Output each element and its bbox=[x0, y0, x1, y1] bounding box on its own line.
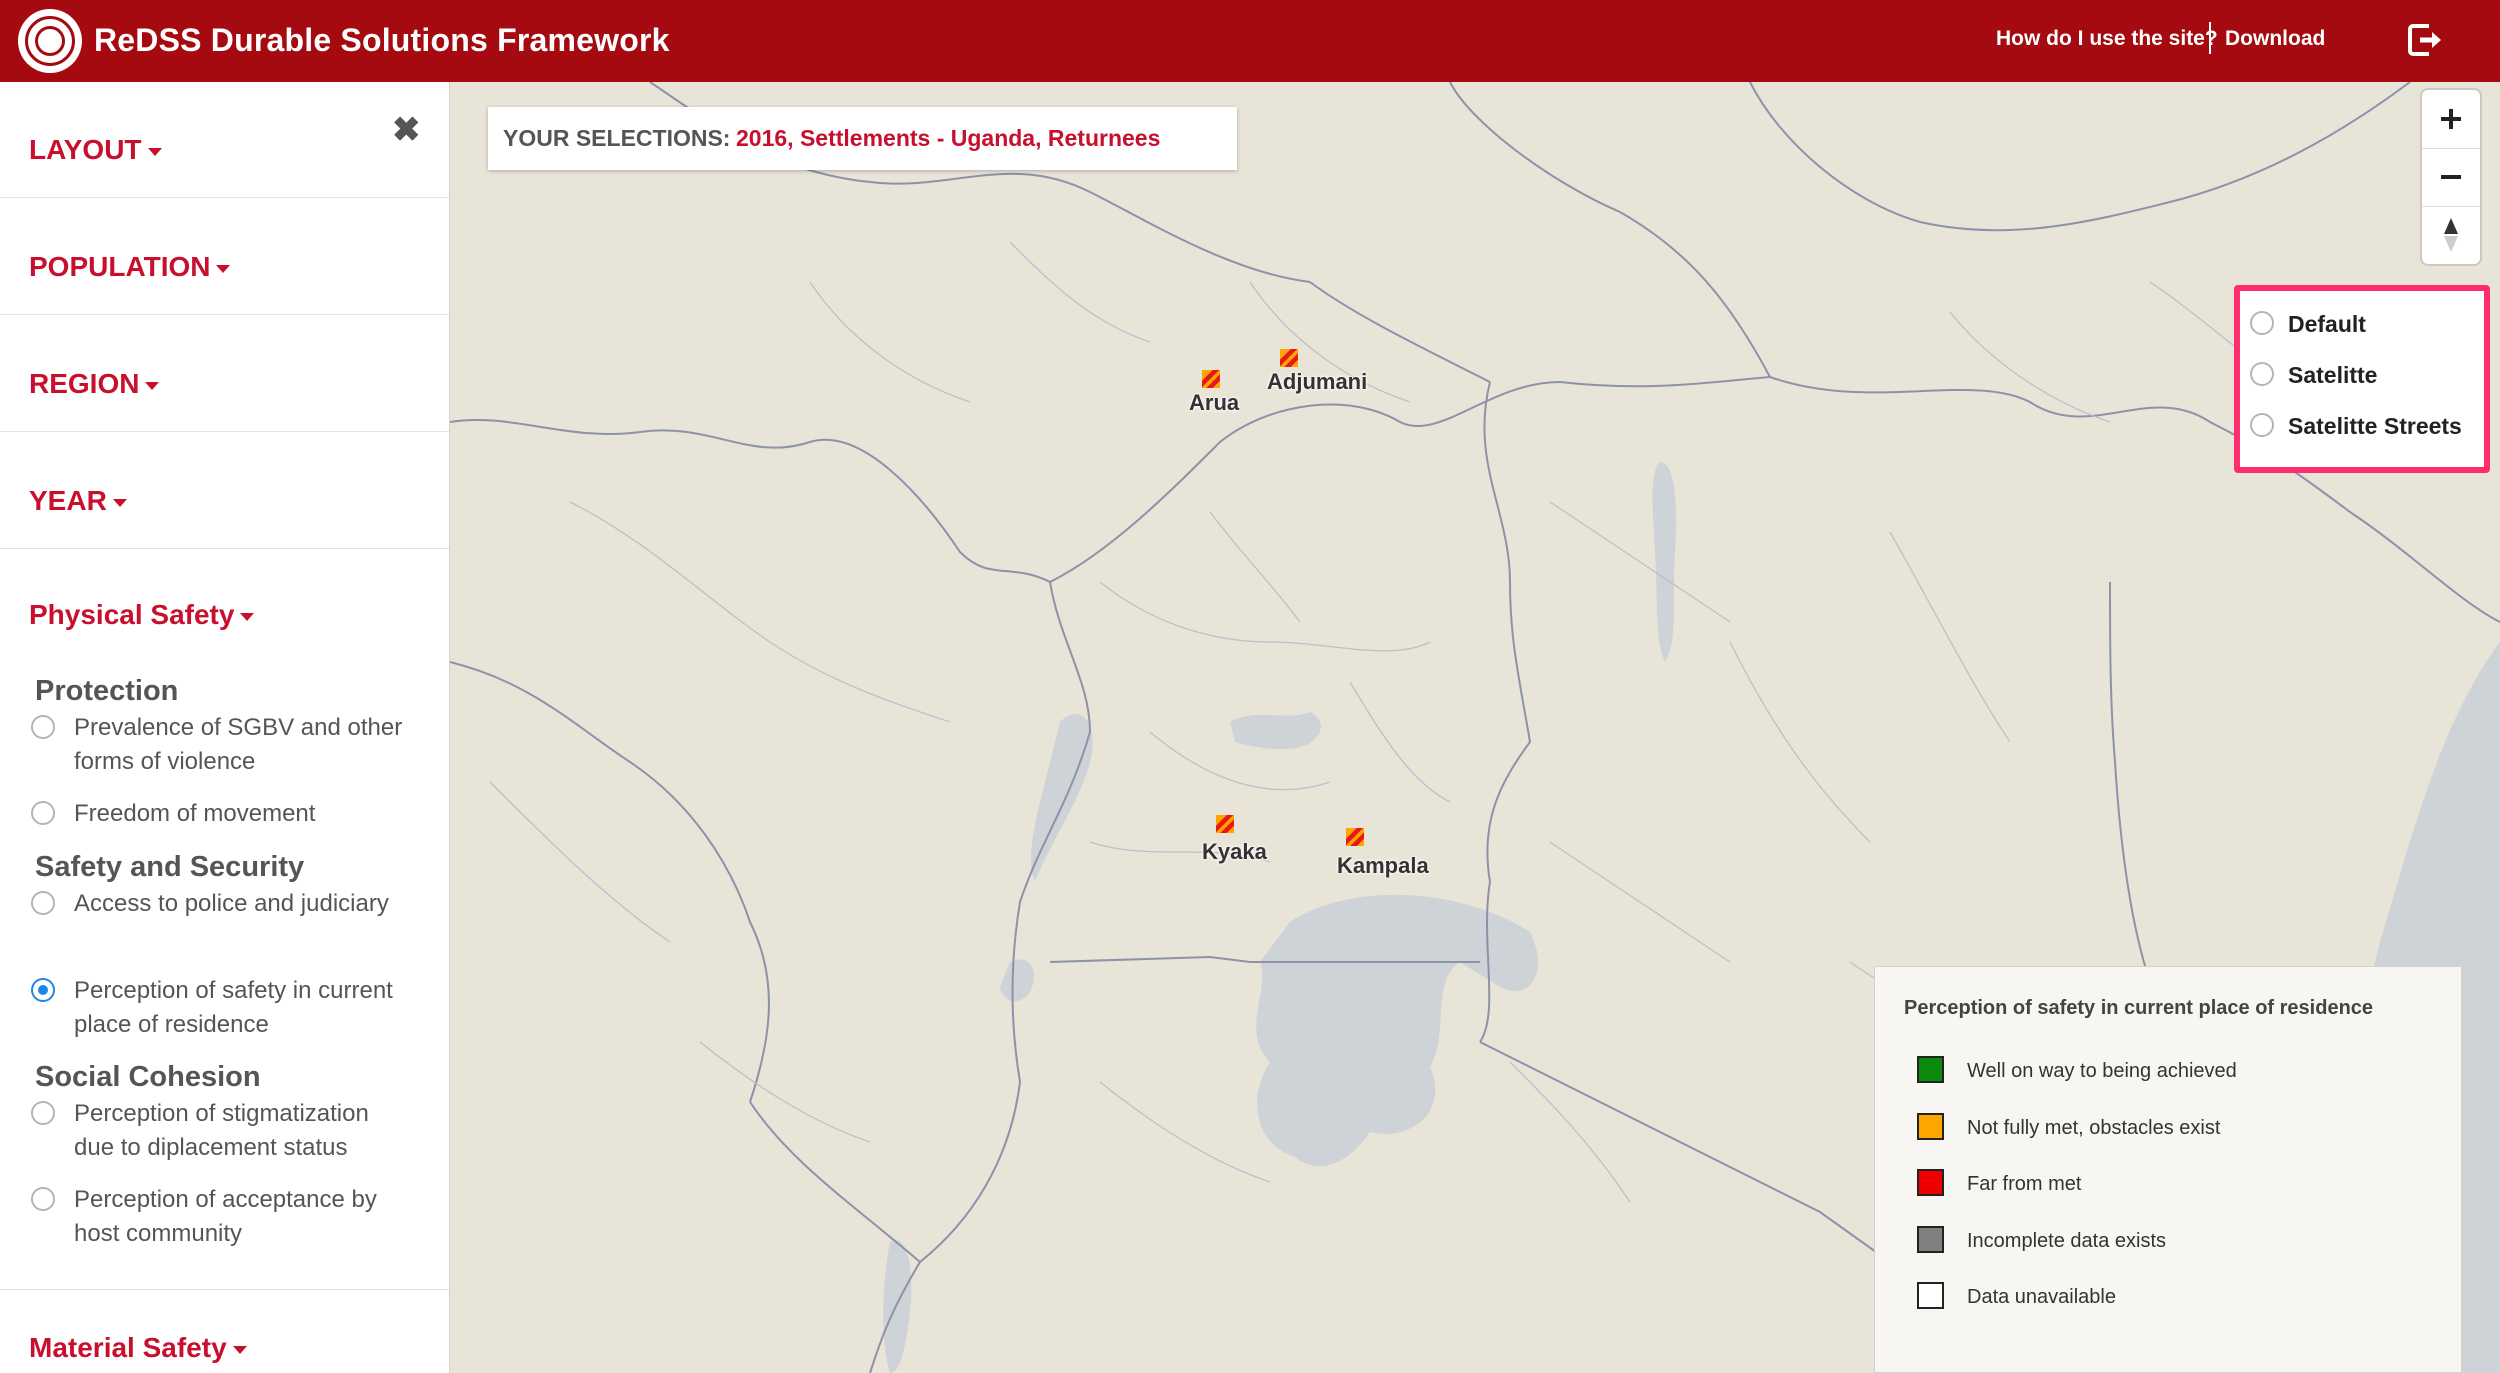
map-style-satellite-streets[interactable]: Satelitte Streets bbox=[2250, 404, 2470, 444]
option-label: Perception of acceptance by host communi… bbox=[74, 1186, 377, 1247]
legend-title: Perception of safety in current place of… bbox=[1904, 997, 2374, 1019]
caret-down-icon bbox=[232, 1345, 247, 1354]
option-label: Perception of safety in current place of… bbox=[74, 977, 393, 1038]
legend-label: Far from met bbox=[1967, 1173, 2082, 1195]
legend-swatch-orange bbox=[1917, 1113, 1944, 1140]
compass-icon[interactable] bbox=[2422, 206, 2480, 264]
radio-button[interactable] bbox=[31, 801, 55, 825]
selections-summary: YOUR SELECTIONS: 2016, Settlements - Uga… bbox=[488, 107, 1237, 170]
option-label: Prevalence of SGBV and other forms of vi… bbox=[74, 714, 403, 775]
section-year-toggle[interactable]: YEAR bbox=[29, 485, 127, 517]
legend-swatch-green bbox=[1917, 1056, 1944, 1083]
option-label: Freedom of movement bbox=[74, 800, 316, 827]
section-label: Physical Safety bbox=[29, 599, 235, 630]
group-title-protection: Protection bbox=[35, 675, 179, 707]
caret-down-icon bbox=[216, 264, 231, 273]
zoom-in-icon[interactable] bbox=[2422, 90, 2480, 148]
option-label: Access to police and judiciary bbox=[74, 890, 389, 917]
map-style-default[interactable]: Default bbox=[2250, 302, 2470, 342]
section-population-toggle[interactable]: POPULATION bbox=[29, 251, 231, 283]
radio-button[interactable] bbox=[2250, 311, 2274, 335]
map-style-label: Satelitte Streets bbox=[2288, 413, 2462, 439]
marker-adjumani[interactable] bbox=[1280, 349, 1298, 367]
section-label: YEAR bbox=[29, 485, 107, 516]
radio-button[interactable] bbox=[31, 891, 55, 915]
legend-label: Well on way to being achieved bbox=[1967, 1060, 2237, 1082]
section-region: REGION bbox=[0, 316, 449, 432]
caret-down-icon bbox=[147, 147, 162, 156]
top-bar: ReDSS Durable Solutions Framework How do… bbox=[0, 0, 2500, 82]
link-divider bbox=[2209, 22, 2211, 54]
group-title-safety-security: Safety and Security bbox=[35, 851, 305, 883]
section-layout-toggle[interactable]: LAYOUT bbox=[29, 134, 162, 166]
marker-arua[interactable] bbox=[1202, 370, 1220, 388]
section-population: POPULATION bbox=[0, 199, 449, 315]
caret-down-icon bbox=[240, 612, 255, 621]
section-layout: LAYOUT bbox=[0, 82, 449, 198]
caret-down-icon bbox=[112, 498, 127, 507]
option-label: Perception of stigmatization due to dipl… bbox=[74, 1100, 369, 1161]
radio-button[interactable] bbox=[2250, 413, 2274, 437]
selections-value: 2016, Settlements - Uganda, Returnees bbox=[736, 125, 1161, 151]
zoom-controls bbox=[2422, 90, 2480, 264]
town-label-adjumani: Adjumani bbox=[1267, 369, 1368, 394]
map-style-satellite[interactable]: Satelitte bbox=[2250, 353, 2470, 393]
legend-label: Data unavailable bbox=[1967, 1286, 2116, 1308]
radio-button[interactable] bbox=[2250, 362, 2274, 386]
legend-label: Incomplete data exists bbox=[1967, 1230, 2166, 1252]
logo-icon[interactable] bbox=[18, 9, 82, 73]
map-style-selector: Default Satelitte Satelitte Streets bbox=[2234, 285, 2490, 473]
radio-button-selected[interactable] bbox=[31, 978, 55, 1002]
town-label-kyaka: Kyaka bbox=[1202, 839, 1267, 864]
caret-down-icon bbox=[145, 381, 160, 390]
map-legend: Perception of safety in current place of… bbox=[1874, 966, 2462, 1373]
marker-kyaka[interactable] bbox=[1216, 815, 1234, 833]
selections-label: YOUR SELECTIONS: bbox=[503, 125, 731, 151]
radio-button[interactable] bbox=[31, 1101, 55, 1125]
divider bbox=[0, 1289, 449, 1290]
legend-label: Not fully met, obstacles exist bbox=[1967, 1117, 2221, 1139]
section-material-safety-toggle[interactable]: Material Safety bbox=[29, 1332, 247, 1364]
town-label-arua: Arua bbox=[1189, 390, 1240, 415]
town-label-kampala: Kampala bbox=[1337, 853, 1429, 878]
group-title-social-cohesion: Social Cohesion bbox=[35, 1061, 261, 1093]
section-physical-safety-toggle[interactable]: Physical Safety bbox=[29, 599, 255, 631]
section-label: POPULATION bbox=[29, 251, 211, 282]
map-style-label: Default bbox=[2288, 311, 2366, 337]
section-label: LAYOUT bbox=[29, 134, 142, 165]
section-year: YEAR bbox=[0, 433, 449, 549]
radio-button[interactable] bbox=[31, 715, 55, 739]
map-style-label: Satelitte bbox=[2288, 362, 2378, 388]
app-title: ReDSS Durable Solutions Framework bbox=[94, 22, 670, 58]
section-label: REGION bbox=[29, 368, 140, 399]
logout-icon[interactable] bbox=[2405, 20, 2445, 60]
legend-swatch-gray bbox=[1917, 1226, 1944, 1253]
legend-swatch-white bbox=[1917, 1282, 1944, 1309]
radio-button[interactable] bbox=[31, 1187, 55, 1211]
download-link[interactable]: Download bbox=[2225, 27, 2325, 51]
sidebar: ✖ LAYOUT POPULATION REGION YEAR Physical… bbox=[0, 82, 450, 1373]
zoom-out-icon[interactable] bbox=[2422, 148, 2480, 206]
help-link[interactable]: How do I use the site? bbox=[1996, 27, 2218, 51]
legend-swatch-red bbox=[1917, 1169, 1944, 1196]
section-label: Material Safety bbox=[29, 1332, 227, 1363]
section-region-toggle[interactable]: REGION bbox=[29, 368, 160, 400]
marker-kampala[interactable] bbox=[1346, 828, 1364, 846]
